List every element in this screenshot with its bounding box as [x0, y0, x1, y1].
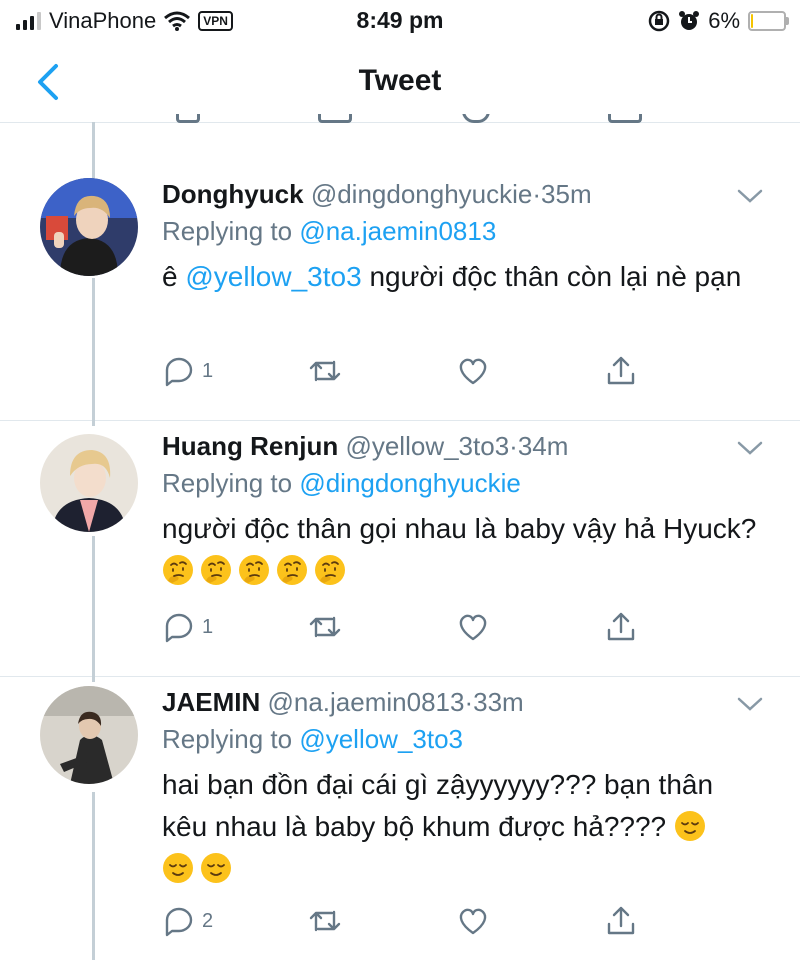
tweet-time: 33m: [473, 687, 524, 717]
retweet-button[interactable]: [308, 354, 342, 388]
tweet-time: 35m: [541, 179, 592, 209]
thread-line: [92, 122, 95, 178]
tweet-header: Donghyuck @dingdonghyuckie·35m: [162, 178, 592, 210]
retweet-icon: [309, 616, 341, 638]
user-handle[interactable]: @yellow_3to3: [345, 431, 509, 461]
tweet-separator: ·: [509, 431, 518, 461]
share-button[interactable]: [604, 610, 638, 644]
user-handle[interactable]: @na.jaemin0813: [267, 687, 464, 717]
mention-link[interactable]: @yellow_3to3: [185, 261, 361, 292]
avatar[interactable]: [40, 178, 138, 276]
retweet-icon: [309, 910, 341, 932]
replying-to-link[interactable]: @dingdonghyuckie: [299, 468, 521, 498]
avatar[interactable]: [40, 434, 138, 532]
reply-count: 1: [202, 615, 214, 638]
thinking-face-emoji: [315, 555, 345, 585]
reply-icon: [165, 357, 193, 387]
replying-prefix: Replying to: [162, 724, 293, 754]
tweet-text-part: người độc thân gọi nhau là baby vậy hả H…: [162, 513, 757, 544]
share-icon[interactable]: [608, 114, 642, 123]
retweet-button[interactable]: [308, 610, 342, 644]
relieved-face-emoji: [674, 811, 705, 841]
like-button[interactable]: [456, 354, 490, 388]
tweet[interactable]: JAEMIN @na.jaemin0813·33m Replying to @y…: [0, 686, 800, 960]
tweet-text-part: người độc thân còn lại nè pạn: [369, 261, 742, 292]
relieved-face-emoji: [201, 853, 231, 883]
thread-line: [92, 278, 95, 426]
alarm-icon: [679, 11, 700, 30]
heart-icon: [459, 358, 487, 385]
chevron-down-icon[interactable]: [736, 440, 764, 456]
tweet-text-part: ê: [162, 261, 178, 292]
replying-to: Replying to @dingdonghyuckie: [162, 466, 521, 500]
tweet-actions: 2: [162, 904, 762, 938]
reply-button[interactable]: 1: [162, 610, 213, 644]
tweet-text: người độc thân gọi nhau là baby vậy hả H…: [162, 508, 762, 592]
like-icon[interactable]: [462, 114, 490, 123]
tweet[interactable]: Huang Renjun @yellow_3to3·34m Replying t…: [0, 430, 800, 677]
tweet-header: JAEMIN @na.jaemin0813·33m: [162, 686, 524, 718]
chevron-down-icon[interactable]: [736, 188, 764, 204]
tweet-separator: ·: [532, 179, 542, 209]
display-name[interactable]: JAEMIN: [162, 687, 260, 717]
share-icon: [607, 612, 635, 641]
replying-prefix: Replying to: [162, 468, 293, 498]
thread-line: [92, 536, 95, 682]
replying-to: Replying to @na.jaemin0813: [162, 214, 496, 248]
tweet[interactable]: Donghyuck @dingdonghyuckie·35m Replying …: [0, 178, 800, 421]
tweet-text: ê @yellow_3to3 người độc thân còn lại nè…: [162, 256, 762, 298]
avatar[interactable]: [40, 686, 138, 784]
reply-button[interactable]: 1: [162, 354, 213, 388]
tweet-text-part: hai bạn đồn đại cái gì zậyyyyyy??? bạn t…: [162, 769, 714, 842]
reply-icon: [165, 613, 193, 643]
heart-icon: [459, 908, 487, 935]
reply-button[interactable]: 2: [162, 904, 213, 938]
like-button[interactable]: [456, 610, 490, 644]
user-handle[interactable]: @dingdonghyuckie: [311, 179, 533, 209]
like-button[interactable]: [456, 904, 490, 938]
reply-icon: [165, 907, 193, 937]
orientation-lock-icon: [648, 10, 670, 32]
share-icon: [607, 906, 635, 935]
status-right: 6%: [648, 8, 789, 34]
emoji-row: [162, 555, 352, 586]
thinking-face-emoji: [163, 555, 193, 585]
thinking-face-emoji: [201, 555, 231, 585]
relieved-face-emoji: [163, 853, 193, 883]
retweet-icon: [309, 360, 341, 382]
reply-count: 1: [202, 359, 214, 382]
nav-bar: Tweet: [0, 42, 800, 123]
replying-to-link[interactable]: @na.jaemin0813: [299, 216, 496, 246]
tweet-actions: 1: [162, 610, 762, 644]
tweet-time: 34m: [517, 431, 569, 461]
battery-fill: [751, 14, 753, 28]
thinking-face-emoji: [277, 555, 307, 585]
thread-line: [92, 792, 95, 960]
share-button[interactable]: [604, 354, 638, 388]
previous-tweet-actions: [0, 114, 800, 134]
thinking-face-emoji: [239, 555, 269, 585]
replying-to-link[interactable]: @yellow_3to3: [299, 724, 463, 754]
tweet-actions: 1: [162, 354, 762, 388]
page-title: Tweet: [358, 64, 442, 97]
reply-count: 2: [202, 909, 214, 932]
battery-icon: [748, 11, 789, 31]
display-name[interactable]: Huang Renjun: [162, 431, 338, 461]
replying-to: Replying to @yellow_3to3: [162, 722, 463, 756]
chevron-down-icon[interactable]: [736, 696, 764, 712]
retweet-icon[interactable]: [318, 114, 352, 123]
share-icon: [607, 356, 635, 385]
tweet-separator: ·: [464, 687, 474, 717]
reply-icon[interactable]: [176, 114, 200, 123]
retweet-button[interactable]: [308, 904, 342, 938]
tweet-text: hai bạn đồn đại cái gì zậyyyyyy??? bạn t…: [162, 764, 722, 890]
tweet-header: Huang Renjun @yellow_3to3·34m: [162, 430, 568, 462]
heart-icon: [459, 614, 487, 641]
replying-prefix: Replying to: [162, 216, 293, 246]
display-name[interactable]: Donghyuck: [162, 179, 304, 209]
status-bar: VinaPhone VPN 8:49 pm 6%: [0, 0, 800, 42]
battery-percent: 6%: [708, 8, 740, 33]
share-button[interactable]: [604, 904, 638, 938]
